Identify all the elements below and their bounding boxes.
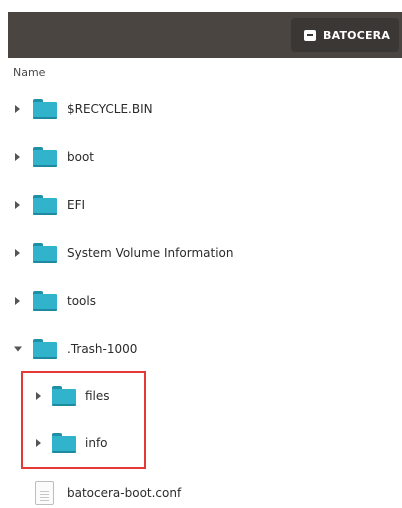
folder-icon [33,195,57,215]
list-item[interactable]: System Volume Information [0,238,402,268]
item-label: System Volume Information [67,246,234,260]
item-label: batocera-boot.conf [67,486,182,500]
expander-right-icon[interactable] [15,153,20,161]
expander-right-icon[interactable] [15,249,20,257]
expander-right-icon[interactable] [36,439,41,447]
text-file-icon [35,481,54,505]
drive-icon [304,29,316,41]
expander-right-icon[interactable] [15,105,20,113]
folder-icon [52,386,76,406]
list-item[interactable]: files [0,381,402,411]
folder-icon [33,291,57,311]
item-label: $RECYCLE.BIN [67,102,153,116]
list-item[interactable]: boot [0,142,402,172]
expander-down-icon[interactable] [14,346,22,352]
item-label: info [85,436,108,450]
folder-icon [52,433,76,453]
folder-icon [33,243,57,263]
folder-icon [33,339,57,359]
expander-right-icon[interactable] [15,201,20,209]
item-label: tools [67,294,96,308]
list-item[interactable]: .Trash-1000 [0,334,402,364]
list-item[interactable]: $RECYCLE.BIN [0,94,402,124]
item-label: EFI [67,198,86,212]
folder-icon [33,147,57,167]
expander-right-icon[interactable] [36,392,41,400]
item-label: .Trash-1000 [67,342,138,356]
item-label: boot [67,150,95,164]
list-item[interactable]: info [0,428,402,458]
folder-icon [33,99,57,119]
drive-button[interactable]: BATOCERA [291,18,399,52]
list-item[interactable]: batocera-boot.conf [0,478,402,508]
item-label: files [85,389,110,403]
name-column-header[interactable]: Name [13,66,45,79]
expander-right-icon[interactable] [15,297,20,305]
drive-label: BATOCERA [323,28,391,42]
list-item[interactable]: EFI [0,190,402,220]
list-item[interactable]: tools [0,286,402,316]
